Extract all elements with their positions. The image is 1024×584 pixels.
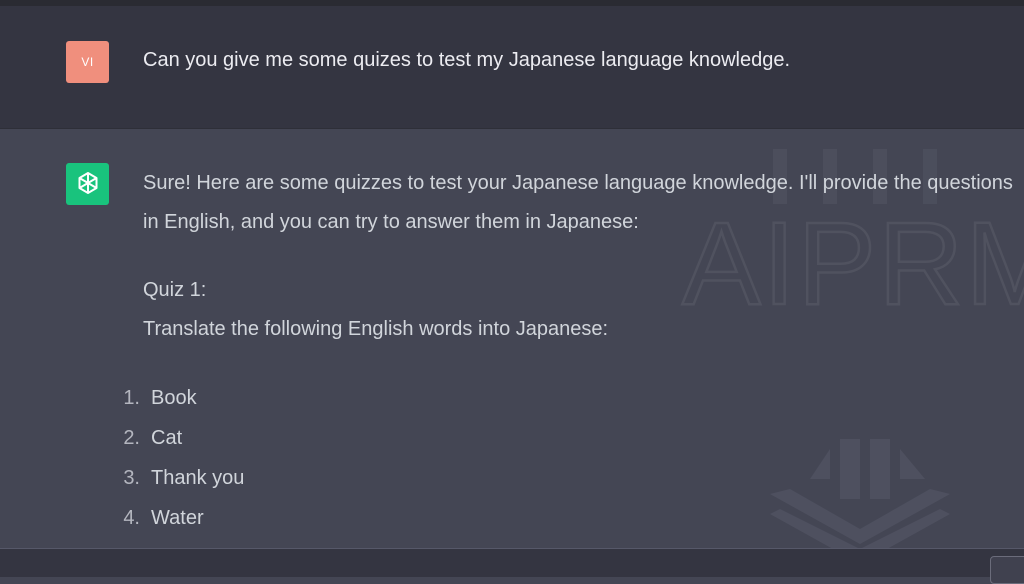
list-item-number: 3.: [123, 467, 140, 489]
assistant-message-row: AIPRM Sure! Here are some quizzes to tes…: [0, 129, 1024, 548]
list-item-number: 1.: [123, 387, 140, 409]
list-item-number: 2.: [123, 427, 140, 449]
quiz-word-list: 1. Book 2. Cat 3. Thank you 4. Water: [123, 378, 1013, 538]
list-item-label: Thank you: [151, 467, 245, 489]
bottom-input-area: [0, 548, 1024, 584]
list-item: 4. Water: [123, 498, 1013, 538]
list-item-label: Water: [151, 507, 204, 529]
list-item-number: 4.: [123, 507, 140, 529]
openai-logo-icon: [78, 172, 97, 194]
user-avatar: VI: [66, 41, 109, 83]
quiz-instruction: Translate the following English words in…: [143, 318, 609, 340]
list-item: 1. Book: [123, 378, 1013, 418]
quiz-title: Quiz 1:: [143, 279, 207, 301]
user-message-text: Can you give me some quizes to test my J…: [143, 49, 791, 71]
list-item: 2. Cat: [123, 418, 1013, 458]
list-item: 3. Thank you: [123, 458, 1013, 498]
user-message-row: VI Can you give me some quizes to test m…: [0, 6, 1024, 129]
list-item-label: Book: [151, 387, 197, 409]
corner-button[interactable]: [990, 556, 1024, 584]
assistant-avatar: [66, 163, 109, 205]
list-item-label: Cat: [151, 427, 183, 449]
assistant-intro-text: Sure! Here are some quizzes to test your…: [143, 172, 1013, 233]
assistant-message-body: Sure! Here are some quizzes to test your…: [123, 164, 1013, 538]
